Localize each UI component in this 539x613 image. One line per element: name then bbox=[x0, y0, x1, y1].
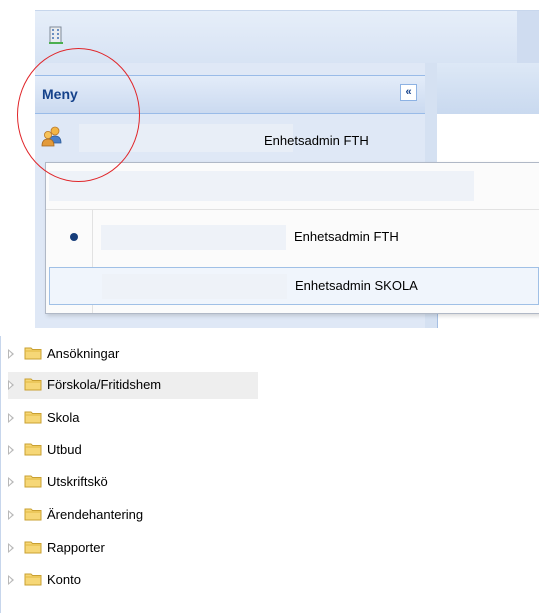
folder-icon bbox=[24, 508, 42, 521]
option-label: Enhetsadmin FTH bbox=[294, 229, 399, 244]
role-selector-field bbox=[79, 124, 293, 152]
tree-item-rapporter[interactable]: Rapporter bbox=[8, 535, 258, 562]
triangle-right-icon[interactable] bbox=[8, 477, 14, 487]
folder-icon bbox=[24, 411, 42, 424]
triangle-right-icon[interactable] bbox=[8, 413, 14, 423]
navigation-tree: Ansökningar Förskola/Fritidshem Skola Ut… bbox=[0, 336, 539, 613]
menu-header: Meny « bbox=[35, 75, 425, 114]
tree-item-label: Ansökningar bbox=[47, 346, 120, 361]
folder-icon bbox=[24, 347, 42, 360]
tree-item-konto[interactable]: Konto bbox=[8, 567, 258, 594]
menu-title: Meny bbox=[42, 86, 78, 102]
folder-icon bbox=[24, 573, 42, 586]
triangle-right-icon[interactable] bbox=[8, 510, 14, 520]
current-role-label: Enhetsadmin FTH bbox=[264, 133, 369, 148]
option-label: Enhetsadmin SKOLA bbox=[295, 278, 418, 293]
users-icon bbox=[41, 126, 62, 147]
double-chevron-left-icon: « bbox=[405, 86, 412, 98]
content-body bbox=[437, 114, 539, 164]
top-right-panel bbox=[517, 11, 539, 64]
option-blank bbox=[102, 274, 287, 299]
tree-item-utskriftsko[interactable]: Utskriftskö bbox=[8, 469, 258, 496]
dropdown-option-highlighted[interactable]: Enhetsadmin SKOLA bbox=[49, 267, 539, 305]
role-selector[interactable]: Enhetsadmin FTH bbox=[35, 119, 425, 159]
option-blank bbox=[101, 225, 286, 250]
dropdown-filter[interactable] bbox=[49, 171, 474, 201]
tree-item-label: Rapporter bbox=[47, 540, 105, 555]
collapse-button[interactable]: « bbox=[400, 84, 417, 101]
tree-item-arendehantering[interactable]: Ärendehantering bbox=[8, 502, 258, 529]
tree-item-label: Utskriftskö bbox=[47, 474, 108, 489]
dropdown-option[interactable]: Enhetsadmin FTH bbox=[49, 219, 537, 255]
folder-icon bbox=[24, 443, 42, 456]
folder-icon bbox=[24, 378, 42, 391]
triangle-right-icon[interactable] bbox=[8, 575, 14, 585]
role-dropdown: Enhetsadmin FTH Enhetsadmin SKOLA bbox=[45, 162, 539, 314]
tree-item-utbud[interactable]: Utbud bbox=[8, 437, 258, 464]
tree-item-forskola-fritidshem[interactable]: Förskola/Fritidshem bbox=[8, 372, 258, 399]
top-bar bbox=[35, 10, 539, 64]
tree-item-ansokningar[interactable]: Ansökningar bbox=[8, 341, 258, 368]
triangle-right-icon[interactable] bbox=[8, 349, 14, 359]
triangle-right-icon[interactable] bbox=[8, 445, 14, 455]
triangle-right-icon[interactable] bbox=[8, 380, 14, 390]
content-header bbox=[437, 63, 539, 115]
tree-item-label: Utbud bbox=[47, 442, 82, 457]
folder-icon bbox=[24, 475, 42, 488]
building-icon[interactable] bbox=[49, 25, 63, 45]
tree-item-label: Förskola/Fritidshem bbox=[47, 377, 162, 392]
dropdown-divider bbox=[46, 209, 539, 210]
tree-item-label: Ärendehantering bbox=[47, 507, 144, 522]
selected-bullet-icon bbox=[70, 233, 78, 241]
tree-item-skola[interactable]: Skola bbox=[8, 405, 258, 432]
folder-icon bbox=[24, 541, 42, 554]
tree-item-label: Skola bbox=[47, 410, 80, 425]
tree-item-label: Konto bbox=[47, 572, 81, 587]
triangle-right-icon[interactable] bbox=[8, 543, 14, 553]
